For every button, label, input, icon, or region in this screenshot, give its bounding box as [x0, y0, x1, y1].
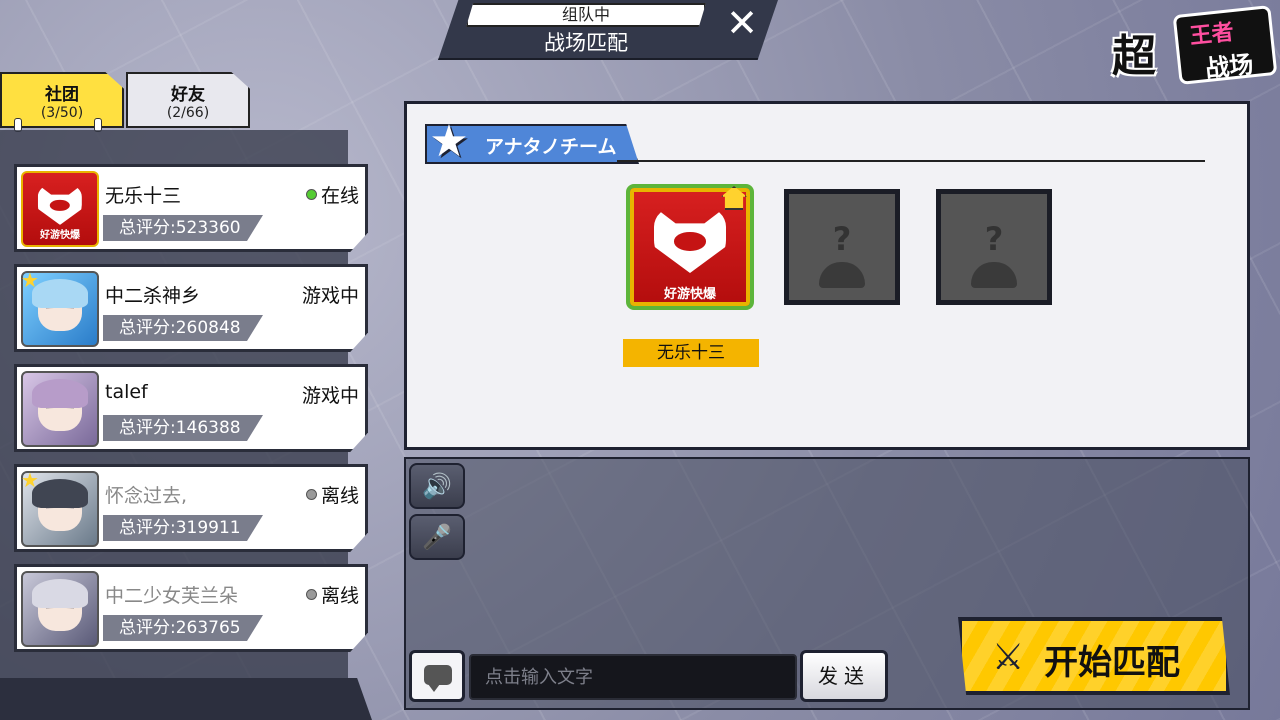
avatar-hair	[31, 578, 89, 608]
logo-main-text: 超	[1112, 31, 1156, 82]
page-title: 战场匹配	[544, 31, 628, 55]
start-match-button[interactable]: ⚔ 开始匹配	[958, 617, 1230, 695]
member-status: 离线	[305, 481, 359, 508]
logo-sub1: 王者	[1188, 20, 1236, 50]
star-badge-icon: ★	[21, 468, 39, 492]
member-list-footer	[0, 678, 372, 720]
member-name: talef	[105, 381, 148, 403]
member-status-text: 离线	[320, 585, 359, 607]
member-card[interactable]: ★ 怀念过去, 离线 总评分:319911	[14, 464, 368, 552]
member-name: 无乐十三	[105, 185, 182, 207]
member-status-text: 在线	[320, 185, 359, 207]
fox-mask-icon	[37, 184, 83, 225]
member-score: 总评分:523360	[103, 215, 263, 241]
online-dot-icon	[305, 189, 317, 200]
avatar-hair	[31, 378, 89, 408]
member-card[interactable]: ★ 中二杀神乡 游戏中 总评分:260848	[14, 264, 368, 352]
member-score: 总评分:146388	[103, 415, 263, 441]
team-status-label: 组队中	[466, 3, 706, 27]
chat-emoji-button[interactable]	[409, 650, 465, 702]
empty-team-slot[interactable]: ?	[936, 189, 1052, 305]
game-logo: 超 王者 战场	[1112, 5, 1278, 88]
avatar	[21, 571, 99, 647]
member-name: 怀念过去,	[105, 485, 188, 507]
member-status: 在线	[305, 181, 359, 208]
avatar-label: 好游快爆	[40, 230, 80, 241]
avatar-label: 好游快爆	[663, 287, 716, 302]
logo-box: 王者 战场	[1172, 5, 1278, 85]
star-icon: ★	[429, 116, 469, 167]
microphone-button[interactable]: 🎤	[409, 514, 465, 560]
team-divider	[617, 160, 1205, 162]
tab-friends-label: 好友	[171, 85, 205, 105]
speaker-icon: 🔊	[422, 472, 452, 500]
avatar: 好游快爆	[21, 171, 99, 247]
member-status-text: 离线	[320, 485, 359, 507]
team-panel: アナタノチーム ★ 好游快爆 无乐十三 ? ?	[404, 101, 1250, 450]
empty-team-slot[interactable]: ?	[784, 189, 900, 305]
member-status: 游戏中	[301, 385, 359, 407]
silhouette-icon	[971, 262, 1017, 288]
member-card[interactable]: 好游快爆 无乐十三 在线 总评分:523360	[14, 164, 368, 252]
member-card[interactable]: 中二少女芙兰朵 离线 总评分:263765	[14, 564, 368, 652]
tab-club-label: 社团	[45, 85, 79, 105]
question-mark-icon: ?	[832, 220, 852, 258]
avatar	[21, 371, 99, 447]
team-leader-name: 无乐十三	[623, 339, 759, 367]
member-status: 离线	[305, 581, 359, 608]
logo-sub2: 战场	[1203, 50, 1255, 84]
tab-friends[interactable]: 好友 (2/66)	[126, 72, 250, 128]
chat-bubble-icon	[424, 665, 452, 692]
member-name: 中二杀神乡	[105, 285, 201, 307]
start-match-label: 开始匹配	[1044, 643, 1180, 683]
send-button[interactable]: 发送	[800, 650, 888, 702]
tab-friends-count: (2/66)	[166, 105, 210, 121]
member-status: 游戏中	[301, 285, 359, 307]
question-mark-icon: ?	[984, 220, 1004, 258]
offline-dot-icon	[305, 589, 317, 600]
close-icon[interactable]: ✕	[720, 3, 764, 43]
member-score: 总评分:319911	[103, 515, 263, 541]
speaker-button[interactable]: 🔊	[409, 463, 465, 509]
star-badge-icon: ★	[21, 268, 39, 292]
microphone-icon: 🎤	[422, 523, 452, 551]
crossed-swords-icon: ⚔	[992, 637, 1025, 678]
member-card[interactable]: talef 游戏中 总评分:146388	[14, 364, 368, 452]
member-score: 总评分:263765	[103, 615, 263, 641]
fox-mask-icon	[654, 206, 726, 273]
member-score: 总评分:260848	[103, 315, 263, 341]
team-header-label: アナタノチーム	[485, 136, 617, 158]
chat-input[interactable]	[469, 654, 797, 700]
member-name: 中二少女芙兰朵	[105, 585, 239, 607]
silhouette-icon	[819, 262, 865, 288]
offline-dot-icon	[305, 489, 317, 500]
